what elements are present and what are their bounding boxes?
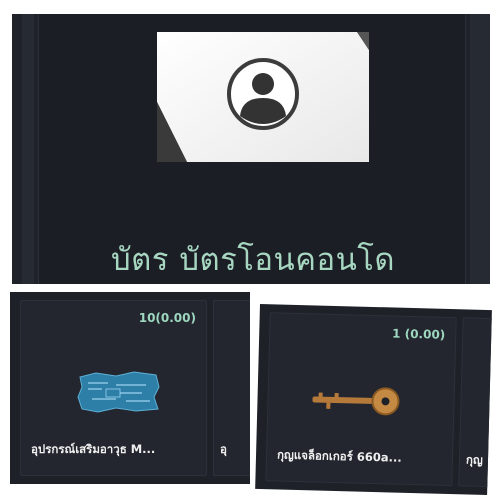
adjacent-slot-left [22,14,34,284]
adjacent-slot-right [470,14,490,284]
item-quantity: 1 (0.00) [391,326,446,342]
inventory-item-panel: 10(0.00) อุปรกรณ์เสริมอาวุธ M... อุ [10,292,250,484]
blueprint-map-icon [77,371,160,413]
inventory-item-next[interactable]: อุ [213,300,250,476]
card-transfer-panel: บัตร บัตรโอนคอนโด [12,14,490,284]
card-title: บัตร บัตรโอนคอนโด [111,242,396,278]
item-name-truncated: กุญ [465,452,483,467]
key-icon [312,387,400,416]
item-name: อุปรกรณ์เสริมอาวุธ M... [31,442,156,456]
item-name: กุญแจล็อกเกอร์ 660a... [276,447,402,465]
inventory-item[interactable]: 1 (0.00) กุญแจล็อกเกอร์ 660a... [265,312,457,487]
inventory-item-panel-2: 1 (0.00) กุญแจล็อกเกอร์ 660a... กุญ [255,304,492,496]
card-tile[interactable]: บัตร บัตรโอนคอนโด [38,14,466,284]
inventory-item[interactable]: 10(0.00) อุปรกรณ์เสริมอาวุธ M... [20,300,207,476]
user-avatar-icon [157,32,369,162]
item-name-truncated: อุ [220,442,227,456]
inventory-item-next[interactable]: กุญ [458,317,492,488]
item-quantity: 10(0.00) [138,311,196,325]
